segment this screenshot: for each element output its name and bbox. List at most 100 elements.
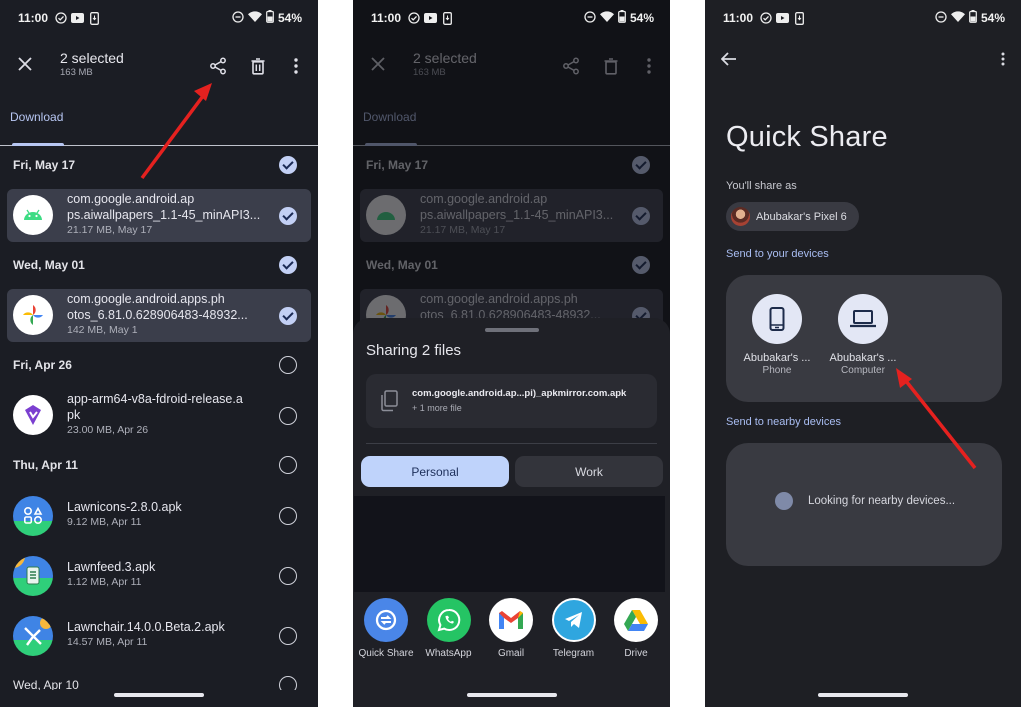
share-targets: Quick Share WhatsApp Gmail Telegram Driv… <box>353 598 670 659</box>
group-checkbox[interactable] <box>279 356 297 374</box>
share-bottom-sheet: Sharing 2 files com.google.android.ap...… <box>353 318 670 707</box>
status-bar: 11:00 54% <box>0 0 318 36</box>
nearby-devices-card: Looking for nearby devices... <box>726 443 1002 566</box>
more-options-button[interactable] <box>1001 52 1005 71</box>
tab-personal[interactable]: Personal <box>361 456 509 487</box>
selection-size: 163 MB <box>413 67 446 78</box>
status-time: 11:00 <box>371 11 402 25</box>
share-target-gmail[interactable]: Gmail <box>481 598 541 659</box>
close-selection-button <box>367 54 389 76</box>
close-selection-button[interactable] <box>14 54 36 76</box>
avatar <box>731 207 750 226</box>
delete-button[interactable] <box>246 54 270 78</box>
file-row[interactable]: Lawnfeed.3.apk 1.12 MB, Apr 11 <box>7 552 311 600</box>
group-checkbox[interactable] <box>279 256 297 274</box>
google-drive-icon <box>614 598 658 642</box>
your-devices-card: Abubakar's ... Phone Abubakar's ... Comp… <box>726 275 1002 402</box>
device-type: Phone <box>762 365 792 376</box>
file-name-cont: otos_6.81.0.628906483-48932... <box>67 308 248 322</box>
share-target-quick-share[interactable]: Quick Share <box>356 598 416 659</box>
file-meta: 1.12 MB, Apr 11 <box>67 576 142 588</box>
group-checkbox <box>632 256 650 274</box>
close-icon <box>18 57 32 71</box>
file-checkbox[interactable] <box>279 407 297 425</box>
file-name: app-arm64-v8a-fdroid-release.a <box>67 392 243 406</box>
file-meta: 142 MB, May 1 <box>67 324 138 336</box>
file-row[interactable]: Lawnicons-2.8.0.apk 9.12 MB, Apr 11 <box>7 492 311 540</box>
check-circle-icon <box>759 12 772 25</box>
page-title: Quick Share <box>726 121 888 153</box>
check-circle-icon <box>54 12 67 25</box>
file-checkbox[interactable] <box>279 507 297 525</box>
file-row[interactable]: com.google.android.apps.ph otos_6.81.0.6… <box>7 289 311 342</box>
battery-icon <box>969 10 977 26</box>
file-checkbox[interactable] <box>279 627 297 645</box>
gesture-nav-bar[interactable] <box>114 693 204 697</box>
quick-share-screen: 11:00 54% Quick Share You'll share as Ab… <box>705 0 1021 707</box>
lawnfeed-icon <box>13 556 53 596</box>
device-name-chip[interactable]: Abubakar's Pixel 6 <box>726 202 859 231</box>
gesture-nav-bar[interactable] <box>466 693 557 697</box>
file-meta: 9.12 MB, Apr 11 <box>67 516 142 528</box>
share-as-label: You'll share as <box>726 180 797 192</box>
share-target-drive[interactable]: Drive <box>606 598 666 659</box>
file-checkbox[interactable] <box>279 207 297 225</box>
share-target-label: Telegram <box>552 648 595 659</box>
selection-app-bar: 2 selected 163 MB <box>353 44 670 88</box>
gesture-nav-bar[interactable] <box>818 693 908 697</box>
more-vert-icon <box>1001 52 1005 66</box>
wifi-icon <box>247 11 262 25</box>
group-checkbox[interactable] <box>279 456 297 474</box>
battery-icon <box>266 10 274 26</box>
more-vert-icon <box>294 58 298 74</box>
battery-icon <box>618 10 626 26</box>
searching-text: Looking for nearby devices... <box>808 495 956 507</box>
file-checkbox[interactable] <box>279 307 297 325</box>
tab-indicator <box>365 143 417 146</box>
divider <box>366 443 657 444</box>
searching-indicator <box>775 492 793 510</box>
tab-indicator <box>12 143 64 146</box>
share-target-label: Drive <box>624 648 648 659</box>
battery-percent: 54% <box>277 11 302 25</box>
share-target-telegram[interactable]: Telegram <box>544 598 604 659</box>
group-checkbox[interactable] <box>279 156 297 174</box>
device-name: Abubakar's ... <box>829 352 897 364</box>
phone-download-icon <box>441 11 454 25</box>
date-header: Wed, May 01 <box>366 258 438 272</box>
share-button[interactable] <box>206 54 230 78</box>
android-icon <box>13 195 53 235</box>
quick-share-icon <box>364 598 408 642</box>
more-options-button[interactable] <box>284 54 308 78</box>
file-name: Lawnchair.14.0.0.Beta.2.apk <box>67 620 225 634</box>
file-meta: 21.17 MB, May 17 <box>420 224 506 236</box>
direct-share-area <box>354 496 665 592</box>
tab-download: Download <box>363 110 417 124</box>
tab-bar: Download <box>353 100 670 146</box>
phone-download-icon <box>793 11 806 25</box>
device-type: Computer <box>841 365 885 376</box>
arrow-back-icon <box>720 52 736 66</box>
status-time: 11:00 <box>723 11 754 25</box>
more-vert-icon <box>647 58 651 74</box>
back-button[interactable] <box>720 50 737 71</box>
file-name: com.google.android.apps.ph <box>67 292 225 306</box>
file-row[interactable]: app-arm64-v8a-fdroid-release.a pk 23.00 … <box>7 389 311 442</box>
nearby-devices-heading: Send to nearby devices <box>726 416 841 428</box>
file-row[interactable]: Lawnchair.14.0.0.Beta.2.apk 14.57 MB, Ap… <box>7 612 311 660</box>
device-computer[interactable]: Abubakar's ... Computer <box>823 294 903 376</box>
status-bar: 11:00 54% <box>353 0 670 36</box>
tab-download[interactable]: Download <box>10 110 63 124</box>
share-target-whatsapp[interactable]: WhatsApp <box>419 598 479 659</box>
date-header: Fri, Apr 26 <box>13 358 72 372</box>
more-files-count: + 1 more file <box>412 403 462 413</box>
file-name: com.google.android.ap <box>67 192 195 206</box>
wifi-icon <box>950 11 965 25</box>
file-row[interactable]: com.google.android.ap ps.aiwallpapers_1.… <box>7 189 311 242</box>
delete-icon <box>251 57 265 75</box>
tab-work[interactable]: Work <box>515 456 663 487</box>
sheet-drag-handle[interactable] <box>484 328 539 332</box>
file-checkbox[interactable] <box>279 567 297 585</box>
selection-count: 2 selected <box>60 50 124 66</box>
device-phone[interactable]: Abubakar's ... Phone <box>737 294 817 376</box>
